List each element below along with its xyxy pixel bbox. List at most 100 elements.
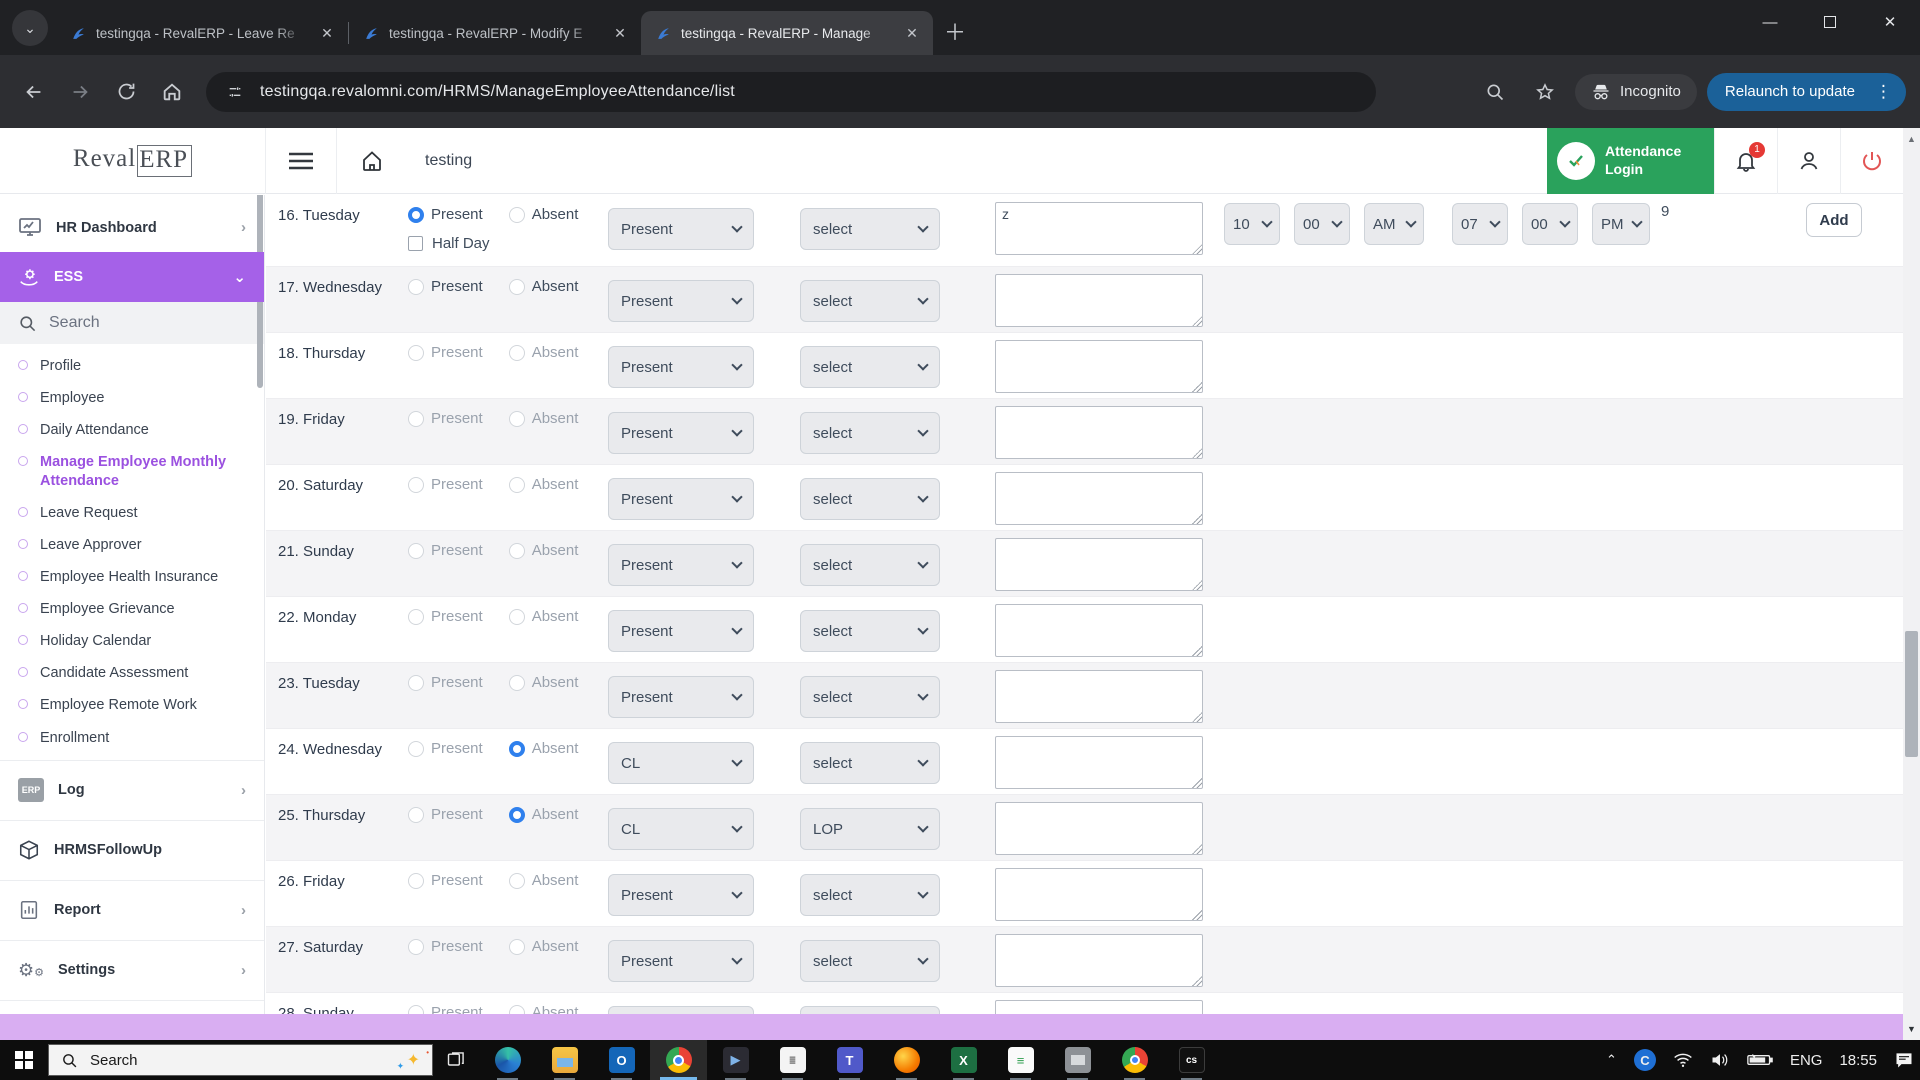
absent-radio[interactable] xyxy=(509,675,525,691)
sidebar-search-box[interactable]: Search xyxy=(0,302,264,344)
note-textarea[interactable] xyxy=(995,202,1203,255)
scroll-down-icon[interactable]: ▼ xyxy=(1903,1020,1920,1038)
clock-time[interactable]: 18:55 xyxy=(1839,1052,1877,1069)
out-ampm-select[interactable]: PM xyxy=(1592,203,1650,245)
browser-menu-icon[interactable]: ⋮ xyxy=(1869,82,1898,102)
sidebar-item-settings[interactable]: ⚙⚙Settings› xyxy=(0,943,264,998)
back-icon[interactable] xyxy=(14,72,54,112)
sidebar-ess-item[interactable]: Leave Approver xyxy=(0,529,264,561)
leave-type-select[interactable]: select xyxy=(800,544,940,586)
present-radio[interactable] xyxy=(408,477,424,493)
textarea-resize-grip[interactable] xyxy=(1192,976,1202,986)
sidebar-ess-item[interactable]: Profile xyxy=(0,350,264,382)
taskbar-terminal-cs-icon[interactable]: cs xyxy=(1163,1040,1220,1080)
note-textarea[interactable] xyxy=(995,604,1203,657)
status-select[interactable]: Present xyxy=(608,676,754,718)
note-textarea[interactable] xyxy=(995,934,1203,987)
forward-icon[interactable] xyxy=(60,72,100,112)
present-radio[interactable] xyxy=(408,939,424,955)
out-hour-select[interactable]: 07 xyxy=(1452,203,1508,245)
window-minimize-button[interactable]: — xyxy=(1740,0,1800,44)
window-close-button[interactable]: ✕ xyxy=(1860,0,1920,44)
sidebar-ess-item[interactable]: Employee Grievance xyxy=(0,593,264,625)
absent-radio[interactable] xyxy=(509,741,525,757)
notifications-bell-icon[interactable]: 1 xyxy=(1715,128,1777,194)
language-indicator[interactable]: ENG xyxy=(1790,1052,1823,1069)
textarea-resize-grip[interactable] xyxy=(1192,910,1202,920)
sidebar-ess-item[interactable]: Candidate Assessment xyxy=(0,657,264,689)
present-radio[interactable] xyxy=(408,279,424,295)
sidebar-ess-item[interactable]: Enrollment xyxy=(0,722,264,754)
status-select[interactable]: Present xyxy=(608,940,754,982)
taskbar-document-app-icon[interactable]: ≣ xyxy=(764,1040,821,1080)
present-radio[interactable] xyxy=(408,207,424,223)
volume-icon[interactable] xyxy=(1710,1052,1730,1068)
scrollbar-thumb[interactable] xyxy=(1905,631,1918,757)
textarea-resize-grip[interactable] xyxy=(1192,844,1202,854)
absent-radio[interactable] xyxy=(509,411,525,427)
absent-radio[interactable] xyxy=(509,543,525,559)
textarea-resize-grip[interactable] xyxy=(1192,580,1202,590)
leave-type-select[interactable]: select xyxy=(800,676,940,718)
present-radio[interactable] xyxy=(408,873,424,889)
taskbar-chrome-icon-active[interactable] xyxy=(650,1040,707,1080)
browser-tab-3-active[interactable]: testingqa - RevalERP - Manage ✕ xyxy=(641,11,933,55)
absent-radio[interactable] xyxy=(509,873,525,889)
tab-close-icon[interactable]: ✕ xyxy=(316,22,338,44)
tray-app-c-icon[interactable]: C xyxy=(1634,1049,1656,1071)
site-info-icon[interactable] xyxy=(222,79,248,105)
url-bar[interactable]: testingqa.revalomni.com/HRMS/ManageEmplo… xyxy=(206,72,1376,112)
note-textarea[interactable] xyxy=(995,538,1203,591)
home-icon[interactable] xyxy=(152,72,192,112)
taskbar-chrome2-icon[interactable] xyxy=(1106,1040,1163,1080)
leave-type-select[interactable]: select xyxy=(800,610,940,652)
textarea-resize-grip[interactable] xyxy=(1192,244,1202,254)
leave-type-select[interactable]: select xyxy=(800,940,940,982)
sidebar-ess-item[interactable]: Manage Employee Monthly Attendance xyxy=(0,446,264,496)
taskbar-file-explorer-icon[interactable] xyxy=(536,1040,593,1080)
taskbar-notes-app-icon[interactable]: ≡ xyxy=(992,1040,1049,1080)
taskbar-edge-icon[interactable] xyxy=(479,1040,536,1080)
sidebar-ess-item[interactable]: Leave Request xyxy=(0,497,264,529)
sidebar-ess-item[interactable]: Holiday Calendar xyxy=(0,625,264,657)
sidebar-item-ess[interactable]: ESS ⌄ xyxy=(0,252,264,302)
sidebar-ess-item[interactable]: Daily Attendance xyxy=(0,414,264,446)
attendance-login-button[interactable]: AttendanceLogin xyxy=(1547,128,1714,194)
present-radio[interactable] xyxy=(408,543,424,559)
leave-type-select[interactable]: select xyxy=(800,346,940,388)
textarea-resize-grip[interactable] xyxy=(1192,448,1202,458)
absent-radio[interactable] xyxy=(509,609,525,625)
status-select[interactable]: Present xyxy=(608,346,754,388)
status-select[interactable]: CL xyxy=(608,742,754,784)
leave-type-select[interactable]: select xyxy=(800,412,940,454)
leave-type-select[interactable]: select xyxy=(800,280,940,322)
browser-tab-1[interactable]: testingqa - RevalERP - Leave Re ✕ xyxy=(56,11,348,55)
browser-tab-2[interactable]: testingqa - RevalERP - Modify E ✕ xyxy=(349,11,641,55)
status-select[interactable]: Present xyxy=(608,874,754,916)
page-scrollbar[interactable]: ▲ ▼ xyxy=(1903,128,1920,1040)
status-select[interactable]: Present xyxy=(608,280,754,322)
textarea-resize-grip[interactable] xyxy=(1192,316,1202,326)
absent-radio[interactable] xyxy=(509,807,525,823)
leave-type-select[interactable]: select xyxy=(800,478,940,520)
in-minute-select[interactable]: 00 xyxy=(1294,203,1350,245)
note-textarea[interactable] xyxy=(995,472,1203,525)
note-textarea[interactable] xyxy=(995,406,1203,459)
sidebar-item-report[interactable]: Report› xyxy=(0,883,264,938)
status-select[interactable]: CL xyxy=(608,808,754,850)
taskbar-teams-icon[interactable]: T xyxy=(821,1040,878,1080)
taskbar-excel-icon[interactable]: X xyxy=(935,1040,992,1080)
sidebar-item-hr-dashboard[interactable]: HR Dashboard › xyxy=(0,203,264,252)
half-day-checkbox[interactable] xyxy=(408,236,423,251)
in-ampm-select[interactable]: AM xyxy=(1364,203,1424,245)
leave-type-select[interactable]: select xyxy=(800,874,940,916)
textarea-resize-grip[interactable] xyxy=(1192,646,1202,656)
bookmark-star-icon[interactable] xyxy=(1525,72,1565,112)
sidebar-ess-item[interactable]: Employee Health Insurance xyxy=(0,561,264,593)
note-textarea[interactable] xyxy=(995,340,1203,393)
absent-radio[interactable] xyxy=(509,207,525,223)
note-textarea[interactable] xyxy=(995,736,1203,789)
absent-radio[interactable] xyxy=(509,939,525,955)
present-radio[interactable] xyxy=(408,807,424,823)
present-radio[interactable] xyxy=(408,411,424,427)
